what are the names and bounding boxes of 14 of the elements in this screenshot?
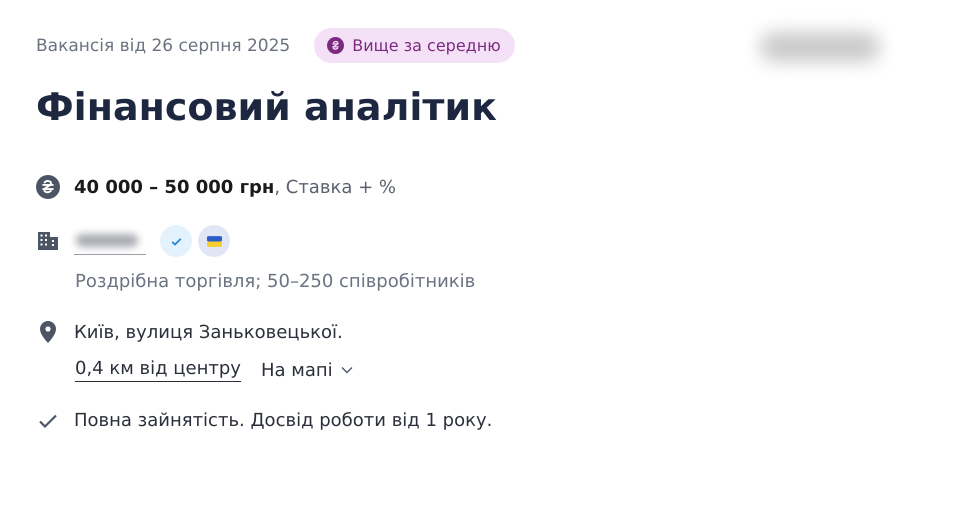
address-text: Київ, вулиця Заньковецької.: [74, 322, 343, 342]
company-details: Роздрібна торгівля; 50–250 співробітників: [75, 271, 476, 292]
hryvnia-icon: [327, 37, 344, 54]
check-icon: [36, 412, 60, 428]
distance-link[interactable]: 0,4 км від центру: [75, 358, 241, 382]
hryvnia-icon: [36, 175, 60, 199]
conditions-text: Повна зайнятість. Досвід роботи від 1 року.: [74, 410, 492, 431]
badge-label: Вище за середню: [352, 36, 501, 55]
job-title: Фінансовий аналітик: [36, 85, 498, 129]
salary-text: 40 000 – 50 000 грн, Ставка + %: [74, 176, 396, 198]
chevron-icon: [340, 366, 353, 374]
building-icon: [36, 229, 60, 253]
posted-date: Вакансія від 26 серпня 2025: [36, 36, 290, 56]
map-toggle[interactable]: На мапі: [260, 360, 353, 380]
